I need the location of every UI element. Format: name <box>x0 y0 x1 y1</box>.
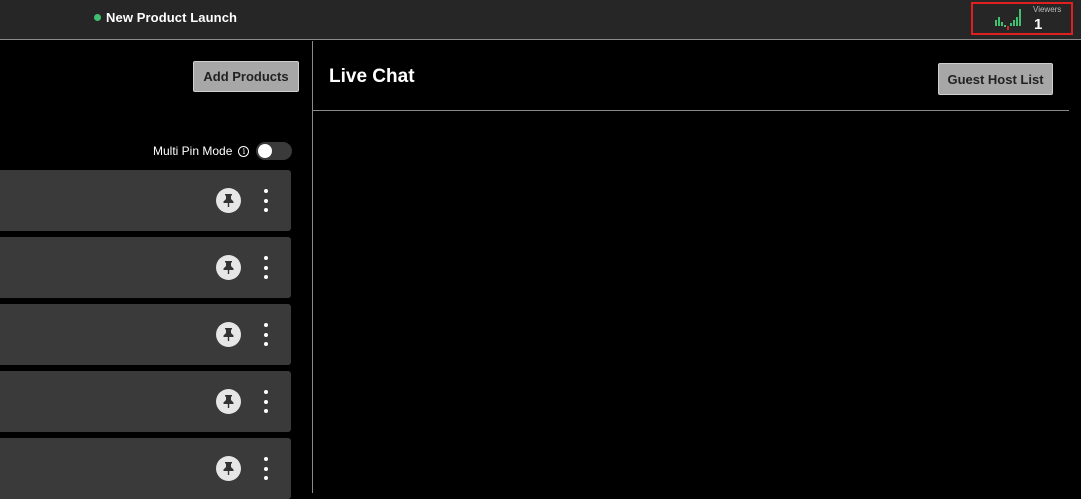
more-vertical-icon[interactable] <box>258 388 274 415</box>
add-products-button[interactable]: Add Products <box>193 61 299 92</box>
event-title: New Product Launch <box>94 9 237 25</box>
chat-messages-area[interactable] <box>313 112 1069 493</box>
event-title-text: New Product Launch <box>106 9 238 25</box>
toggle-knob <box>258 144 273 158</box>
chat-title: Live Chat <box>329 66 415 87</box>
live-status-dot <box>94 13 101 21</box>
pin-icon[interactable] <box>216 389 241 414</box>
viewers-widget[interactable]: Viewers 1 <box>971 2 1073 35</box>
info-icon[interactable]: i <box>238 145 250 157</box>
product-row[interactable] <box>0 237 291 298</box>
pin-icon[interactable] <box>216 322 241 347</box>
viewers-activity-chart-icon <box>995 9 1021 30</box>
viewers-count: 1 <box>1034 16 1043 33</box>
products-panel: Add Products Multi Pin Mode i <box>0 41 312 499</box>
product-row[interactable] <box>0 438 291 499</box>
guest-host-list-button[interactable]: Guest Host List <box>938 63 1053 95</box>
more-vertical-icon[interactable] <box>258 187 274 214</box>
more-vertical-icon[interactable] <box>258 455 274 482</box>
multi-pin-mode-label: Multi Pin Mode <box>153 144 233 158</box>
product-row[interactable] <box>0 170 291 231</box>
more-vertical-icon[interactable] <box>258 321 274 348</box>
pin-icon[interactable] <box>216 456 241 481</box>
pin-icon[interactable] <box>216 188 241 213</box>
multi-pin-mode: Multi Pin Mode i <box>153 142 293 160</box>
chat-header: Live Chat Guest Host List <box>313 41 1069 111</box>
top-bar: New Product Launch Viewers 1 <box>0 0 1081 40</box>
live-chat-panel: Live Chat Guest Host List <box>312 41 1081 493</box>
more-vertical-icon[interactable] <box>258 254 274 281</box>
product-row[interactable] <box>0 371 291 432</box>
pin-icon[interactable] <box>216 255 241 280</box>
multi-pin-mode-toggle[interactable] <box>256 142 293 160</box>
product-row[interactable] <box>0 304 291 365</box>
viewers-label: Viewers <box>1033 5 1062 14</box>
